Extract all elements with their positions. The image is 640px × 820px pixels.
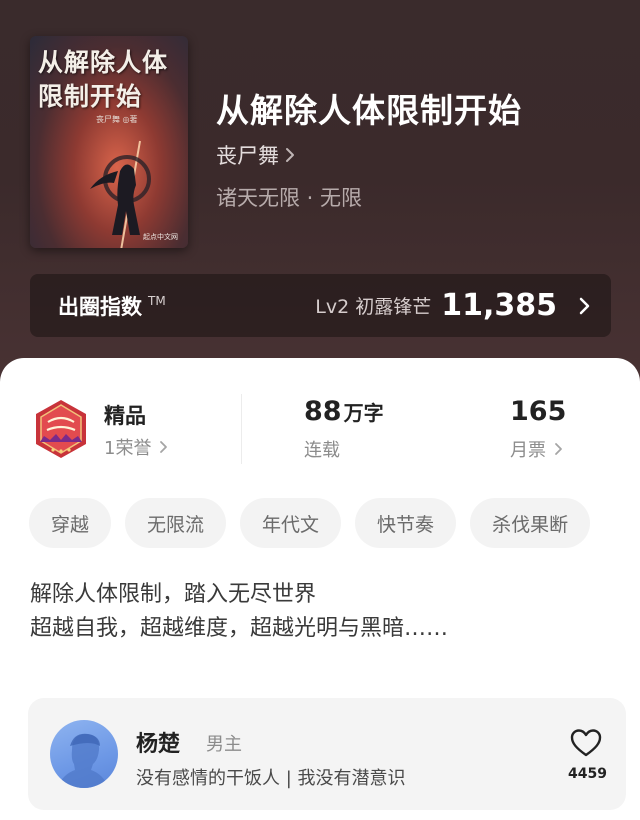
book-info-card: 精品 1荣誉 88 万字 连载 165 月票 穿越 无限流 年代文 快节奏 杀伐… — [0, 358, 640, 820]
book-cover[interactable]: 从解除人体限制开始 丧尸舞 ◎著 起点中文网 — [30, 36, 188, 248]
monthly-votes-link[interactable]: 月票 — [510, 436, 564, 462]
person-silhouette-icon — [57, 733, 109, 788]
circle-index-label: 出圈指数 — [58, 294, 142, 319]
chevron-right-icon — [160, 441, 168, 453]
stat-divider — [241, 394, 242, 464]
cover-title: 从解除人体限制开始 — [38, 48, 169, 111]
avatar — [50, 720, 118, 788]
author-name: 丧尸舞 — [216, 144, 279, 168]
quality-label: 精品 — [104, 404, 146, 428]
character-description: 没有感情的干饭人 | 我没有潜意识 — [136, 768, 406, 789]
honor-link[interactable]: 1荣誉 — [104, 434, 169, 460]
character-card[interactable]: 杨楚 男主 没有感情的干饭人 | 我没有潜意识 4459 — [28, 698, 626, 810]
book-header: 从解除人体限制开始 丧尸舞 ◎著 起点中文网 从解除人体限制开始 丧尸舞 诸天无… — [0, 0, 640, 400]
monthly-votes-value: 165 — [510, 396, 567, 427]
trademark-mark: TM — [148, 294, 166, 308]
chevron-right-icon — [286, 148, 294, 162]
circle-index-level: Lv2 初露锋芒 — [315, 296, 432, 318]
book-description[interactable]: 解除人体限制，踏入无尽世界 超越自我，超越维度，超越光明与黑暗…… — [30, 578, 448, 646]
book-title: 从解除人体限制开始 — [216, 91, 522, 130]
like-count: 4459 — [568, 766, 607, 782]
monthly-votes-label: 月票 — [510, 440, 546, 461]
author-link[interactable]: 丧尸舞 — [216, 140, 295, 170]
circle-index-bar[interactable]: 出圈指数 TM Lv2 初露锋芒 11,385 — [30, 274, 611, 337]
quality-badge-icon[interactable] — [30, 398, 92, 460]
tag-chip[interactable]: 年代文 — [240, 498, 342, 548]
tag-list: 穿越 无限流 年代文 快节奏 杀伐果断 — [29, 498, 591, 548]
chevron-right-icon — [579, 297, 590, 314]
heart-icon[interactable] — [570, 728, 602, 758]
circle-index-value-group: Lv2 初露锋芒 11,385 — [315, 288, 591, 323]
tag-chip[interactable]: 无限流 — [125, 498, 227, 548]
cover-author: 丧尸舞 ◎著 — [96, 115, 138, 124]
tag-chip[interactable]: 快节奏 — [355, 498, 457, 548]
description-line: 超越自我，超越维度，超越光明与黑暗…… — [30, 616, 449, 641]
description-line: 解除人体限制，踏入无尽世界 — [30, 582, 317, 607]
honor-count: 1荣誉 — [104, 438, 152, 459]
word-count-value: 88 — [304, 396, 342, 427]
character-role: 男主 — [206, 734, 242, 755]
character-name: 杨楚 — [136, 732, 181, 757]
tag-chip[interactable]: 杀伐果断 — [470, 498, 591, 548]
word-count: 88 万字 — [304, 396, 384, 427]
book-genre[interactable]: 诸天无限 · 无限 — [216, 182, 362, 212]
tag-chip[interactable]: 穿越 — [29, 498, 112, 548]
serial-status: 连载 — [304, 440, 340, 461]
cover-figure-icon — [90, 140, 151, 248]
circle-index-value: 11,385 — [441, 288, 557, 323]
cover-publisher: 起点中文网 — [143, 233, 178, 241]
word-count-unit: 万字 — [343, 401, 384, 425]
chevron-right-icon — [555, 443, 562, 455]
